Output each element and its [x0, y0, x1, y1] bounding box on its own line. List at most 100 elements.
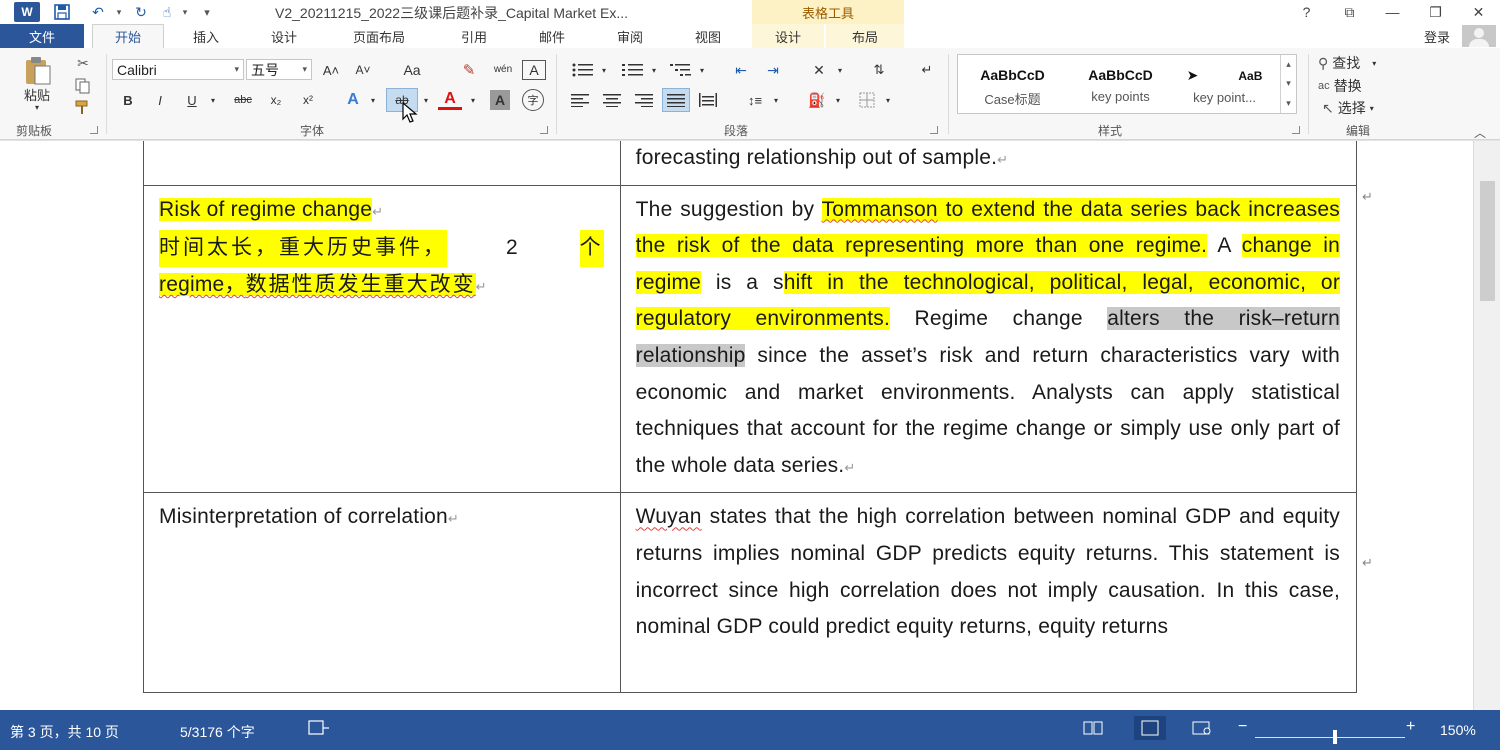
phonetic-guide-icon[interactable]: wén	[490, 58, 516, 80]
read-mode-icon[interactable]	[1083, 720, 1103, 739]
undo-dropdown-icon[interactable]: ▾	[112, 0, 126, 24]
login-link[interactable]: 登录	[1424, 27, 1450, 46]
table-cell[interactable]	[143, 141, 621, 186]
font-color-dropdown-icon[interactable]: ▾	[466, 90, 480, 110]
styles-scroll[interactable]: ▴ ▾ ▾	[1280, 55, 1296, 113]
tab-table-design[interactable]: 设计	[752, 24, 824, 48]
zoom-level[interactable]: 150%	[1440, 722, 1476, 738]
redo-icon[interactable]: ↻	[126, 0, 156, 24]
replace-button[interactable]: ac 替换	[1318, 76, 1398, 96]
text-effects-dropdown-icon[interactable]: ▾	[366, 90, 380, 110]
tab-references[interactable]: 引用	[442, 24, 506, 48]
bullets-dropdown-icon[interactable]: ▾	[598, 60, 610, 80]
character-shading-button[interactable]: A	[490, 90, 510, 110]
align-left-icon[interactable]	[568, 90, 592, 110]
customize-qat-icon[interactable]: ▾	[192, 0, 222, 24]
tab-table-layout[interactable]: 布局	[826, 24, 904, 48]
help-icon[interactable]: ?	[1285, 0, 1328, 24]
vertical-scrollbar[interactable]	[1473, 141, 1500, 710]
print-layout-icon[interactable]	[1134, 716, 1166, 740]
line-spacing-icon[interactable]: ↕≡	[742, 90, 768, 110]
show-marks-icon[interactable]: ↵	[914, 60, 940, 80]
tab-page-layout[interactable]: 页面布局	[334, 24, 424, 48]
font-size-select[interactable]: 五号 ▾	[246, 59, 312, 80]
paragraph-launcher-icon[interactable]	[930, 126, 938, 134]
find-button[interactable]: ⚲ 查找 ▾	[1318, 53, 1408, 73]
numbering-dropdown-icon[interactable]: ▾	[648, 60, 660, 80]
borders-icon[interactable]	[854, 90, 880, 110]
change-case-button[interactable]: Aa	[392, 60, 432, 80]
tab-file[interactable]: 文件	[0, 24, 84, 48]
tab-mailings[interactable]: 邮件	[520, 24, 584, 48]
scrollbar-thumb[interactable]	[1480, 181, 1495, 301]
clear-formatting-icon[interactable]: ✎	[456, 60, 482, 80]
maximize-icon[interactable]: ❐	[1414, 0, 1457, 24]
tab-home[interactable]: 开始	[92, 24, 164, 48]
cut-icon[interactable]: ✂	[72, 53, 94, 73]
minimize-icon[interactable]: —	[1371, 0, 1414, 24]
highlight-dropdown-icon[interactable]: ▾	[420, 90, 432, 110]
shading-icon[interactable]: ⛽	[804, 90, 830, 110]
document-page[interactable]: forecasting relationship out of sample.↵…	[0, 141, 1473, 710]
tab-review[interactable]: 审阅	[598, 24, 662, 48]
line-spacing-dropdown-icon[interactable]: ▾	[770, 90, 782, 110]
chinese-layout-dropdown-icon[interactable]: ▾	[834, 60, 846, 80]
tab-design[interactable]: 设计	[250, 24, 318, 48]
justify-icon[interactable]	[662, 88, 690, 112]
distributed-icon[interactable]	[696, 90, 720, 110]
enclose-characters-button[interactable]: 字	[522, 89, 544, 111]
table-cell[interactable]: forecasting relationship out of sample.↵	[619, 141, 1358, 186]
shrink-font-icon[interactable]: A˅	[350, 60, 376, 80]
avatar[interactable]	[1462, 25, 1496, 47]
bullets-icon[interactable]	[568, 60, 598, 80]
style-case-title[interactable]: AaBbCcD Case标题	[960, 59, 1065, 109]
increase-indent-icon[interactable]: ⇥	[760, 60, 786, 80]
copy-icon[interactable]	[72, 76, 94, 96]
styles-launcher-icon[interactable]	[1292, 126, 1300, 134]
word-count[interactable]: 5/3176 个字	[180, 722, 255, 742]
table-cell[interactable]: Wuyan states that the high correlation b…	[619, 492, 1358, 694]
decrease-indent-icon[interactable]: ⇤	[728, 60, 754, 80]
zoom-in-button[interactable]: +	[1406, 718, 1415, 736]
zoom-slider-thumb[interactable]	[1333, 730, 1337, 744]
paste-icon[interactable]	[18, 54, 58, 86]
table-cell[interactable]: The suggestion by Tommanson to extend th…	[619, 184, 1358, 494]
strikethrough-button[interactable]: abc	[228, 90, 258, 110]
superscript-button[interactable]: x²	[296, 90, 320, 110]
clipboard-launcher-icon[interactable]	[90, 126, 98, 134]
web-layout-icon[interactable]	[1192, 720, 1212, 739]
undo-icon[interactable]: ↶	[84, 0, 112, 24]
save-icon[interactable]	[40, 0, 84, 24]
style-key-points[interactable]: AaBbCcD key points	[1068, 59, 1173, 109]
font-launcher-icon[interactable]	[540, 126, 548, 134]
page-count[interactable]: 第 3 页，共 10 页	[10, 722, 119, 742]
bold-button[interactable]: B	[118, 90, 138, 110]
text-effects-icon[interactable]: A	[342, 90, 364, 110]
borders-dropdown-icon[interactable]: ▾	[882, 90, 894, 110]
underline-button[interactable]: U	[182, 90, 202, 110]
grow-font-icon[interactable]: A˄	[318, 60, 344, 80]
multilevel-list-icon[interactable]	[666, 60, 696, 80]
tab-view[interactable]: 视图	[676, 24, 740, 48]
touch-dropdown-icon[interactable]: ▾	[178, 0, 192, 24]
font-color-button[interactable]: A	[438, 90, 462, 110]
touch-mode-icon[interactable]: ☝	[156, 0, 178, 24]
align-right-icon[interactable]	[632, 90, 656, 110]
shading-dropdown-icon[interactable]: ▾	[832, 90, 844, 110]
format-painter-icon[interactable]	[72, 98, 94, 116]
paste-button[interactable]: 粘贴	[16, 86, 58, 103]
italic-button[interactable]: I	[150, 90, 170, 110]
sort-icon[interactable]: ⇅	[866, 60, 892, 80]
multilevel-dropdown-icon[interactable]: ▾	[696, 60, 708, 80]
style-key-point-more[interactable]: ➤ AaB key point...	[1172, 59, 1277, 109]
close-icon[interactable]: ✕	[1457, 0, 1500, 24]
chinese-layout-icon[interactable]: ✕	[806, 60, 832, 80]
underline-dropdown-icon[interactable]: ▾	[206, 90, 220, 110]
numbering-icon[interactable]	[618, 60, 648, 80]
align-center-icon[interactable]	[600, 90, 624, 110]
tab-insert[interactable]: 插入	[172, 24, 240, 48]
select-button[interactable]: ↖ 选择 ▾	[1322, 98, 1402, 118]
paste-dropdown-icon[interactable]: ▾	[30, 102, 44, 112]
ribbon-display-icon[interactable]: ⧉	[1328, 0, 1371, 24]
subscript-button[interactable]: x₂	[264, 90, 288, 110]
